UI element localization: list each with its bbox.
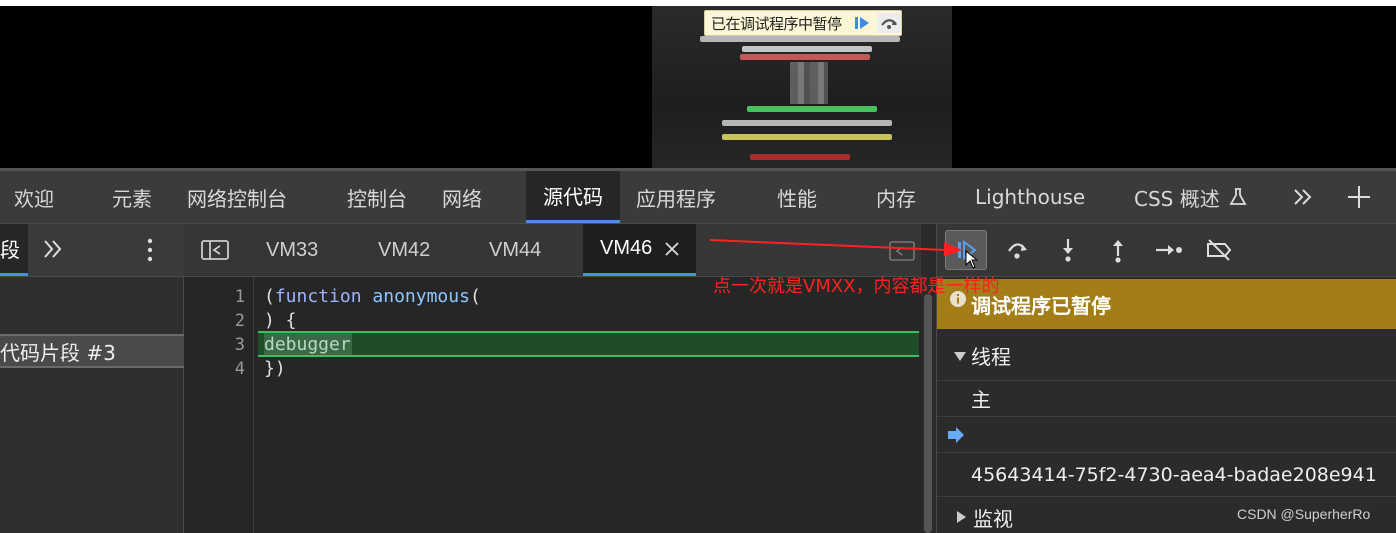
threads-section-header[interactable]: 线程 [937, 331, 1396, 381]
paused-line-highlight [258, 331, 919, 357]
overlay-step-over-button[interactable] [877, 13, 901, 33]
blurred-text-line [740, 54, 870, 60]
paused-in-debugger-overlay: 已在调试程序中暂停 [704, 10, 902, 36]
tab-console[interactable]: 控制台 [347, 171, 407, 223]
overlay-resume-button[interactable] [850, 13, 874, 33]
step-into-icon [1063, 239, 1073, 262]
step-over-icon [1008, 243, 1027, 259]
plus-icon [1348, 186, 1370, 208]
editor-tab-vm46-label: VM46 [600, 237, 653, 259]
resume-icon [855, 17, 869, 29]
code-line-2[interactable]: ) { [264, 310, 297, 331]
step-out-icon [1113, 240, 1123, 263]
double-chevron-right-icon [1294, 189, 1312, 205]
tab-css-overview-label: CSS 概述 [1134, 186, 1220, 211]
tab-elements[interactable]: 元素 [112, 171, 152, 223]
line-number[interactable]: 4 [235, 359, 245, 379]
thread-main-row[interactable]: 主 [937, 381, 1396, 417]
tab-network[interactable]: 网络 [442, 171, 482, 223]
debugger-toolbar [937, 224, 1396, 277]
line-number[interactable]: 3 [235, 335, 245, 355]
debugger-paused-banner: 调试程序已暂停 [937, 279, 1396, 329]
watermark: CSDN @SuperherRo [1237, 506, 1371, 522]
deactivate-breakpoints-button[interactable] [1198, 230, 1240, 270]
watch-header-label: 监视 [973, 506, 1013, 531]
editor-tab-vm42[interactable]: VM42 [378, 224, 430, 276]
step-over-button[interactable] [996, 230, 1038, 270]
code-line-1[interactable]: (function anonymous( [264, 286, 481, 307]
snippet-list-item[interactable]: 代码片段 #3 [0, 334, 184, 368]
tab-network-console[interactable]: 网络控制台 [187, 171, 287, 223]
toggle-navigator-button[interactable] [200, 238, 230, 267]
close-icon[interactable] [664, 241, 680, 257]
step-icon [1156, 245, 1182, 255]
thread-id-label: 45643414-75f2-4730-aea4-badae208e941 [971, 463, 1377, 486]
line-number[interactable]: 2 [235, 311, 245, 331]
thread-main-label: 主 [971, 388, 991, 412]
deactivate-breakpoints-icon [1207, 239, 1232, 261]
editor-tab-vm33[interactable]: VM33 [266, 224, 318, 276]
code-keyword: function [274, 286, 362, 307]
blurred-text-line [742, 46, 872, 52]
tab-application[interactable]: 应用程序 [636, 171, 716, 223]
navigator-menu-button[interactable] [140, 236, 160, 269]
scrollbar-thumb[interactable] [924, 294, 932, 533]
code-punct: ( [469, 286, 481, 307]
sidebar-toggle-icon [201, 240, 229, 260]
navigator-tab-snippets[interactable]: 段 [0, 224, 28, 276]
thread-current-row[interactable] [937, 417, 1396, 453]
line-number-gutter: 1 2 3 4 [184, 277, 254, 533]
navigator-more-button[interactable] [42, 237, 64, 266]
add-tab-button[interactable] [1346, 171, 1372, 223]
code-line-3[interactable]: debugger [264, 334, 351, 355]
double-chevron-right-icon [44, 240, 62, 258]
blurred-text-line [700, 36, 900, 42]
triangle-down-icon [954, 351, 966, 361]
threads-header-label: 线程 [971, 345, 1011, 369]
tab-css-overview[interactable]: CSS 概述 [1134, 171, 1248, 223]
tab-welcome[interactable]: 欢迎 [14, 171, 54, 223]
step-out-button[interactable] [1097, 230, 1139, 270]
flask-icon [1229, 188, 1247, 205]
thread-id-row[interactable]: 45643414-75f2-4730-aea4-badae208e941 [937, 453, 1396, 497]
step-button[interactable] [1148, 230, 1190, 270]
line-number[interactable]: 1 [235, 287, 245, 307]
current-thread-arrow-icon [948, 426, 964, 443]
editor-scrollbar[interactable] [921, 224, 936, 533]
tab-lighthouse[interactable]: Lighthouse [975, 171, 1085, 223]
navigator-pane: 段 代码片段 #3 [0, 224, 184, 533]
more-tabs-button[interactable] [1292, 171, 1314, 223]
code-line-4[interactable]: }) [264, 358, 286, 379]
annotation-arrow [709, 239, 962, 256]
annotation-text: 点一次就是VMXX，内容都是一样的 [713, 276, 1000, 297]
triangle-right-icon [957, 511, 966, 523]
code-punct: ( [264, 286, 275, 307]
more-vertical-icon [147, 238, 153, 262]
navigator-toolbar: 段 [0, 224, 184, 277]
devtools-main-tabbar: 欢迎 元素 网络控制台 控制台 网络 源代码 应用程序 性能 内存 Lighth… [0, 168, 1396, 224]
code-function-name: anonymous [372, 286, 470, 307]
blurred-text-line [747, 106, 877, 112]
blurred-qr-image [790, 62, 828, 104]
tab-memory[interactable]: 内存 [876, 171, 916, 223]
code-editor: VM33 VM42 VM44 VM46 1 2 3 4 (function an… [184, 224, 921, 533]
step-into-button[interactable] [1047, 230, 1089, 270]
editor-tab-vm46[interactable]: VM46 [583, 224, 696, 276]
debugger-sidebar: 调试程序已暂停 线程 主 45643414-75f2-4730-aea4-bad… [936, 224, 1396, 533]
blurred-text-line [722, 134, 892, 140]
editor-tab-vm44[interactable]: VM44 [489, 224, 541, 276]
blurred-text-line [750, 154, 850, 160]
page-viewport: 已在调试程序中暂停 [0, 0, 1396, 168]
blurred-text-line [722, 120, 892, 126]
tab-sources[interactable]: 源代码 [526, 171, 620, 223]
tab-performance[interactable]: 性能 [777, 171, 817, 223]
paused-overlay-text: 已在调试程序中暂停 [711, 14, 842, 33]
step-over-icon [881, 19, 897, 29]
